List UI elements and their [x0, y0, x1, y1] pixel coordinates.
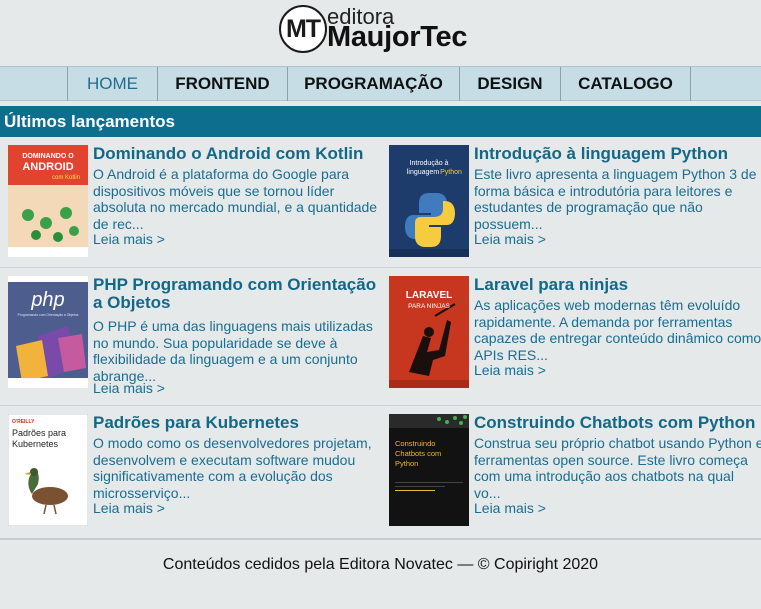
cover-line2: Padrões para: [12, 428, 66, 438]
logo-monogram-text: MT: [285, 15, 321, 43]
read-more-link[interactable]: Leia mais >: [93, 380, 165, 396]
cover-line2: PARA NINJAS: [408, 303, 450, 310]
book-cover-image: LARAVEL PARA NINJAS: [389, 276, 469, 388]
book-cover[interactable]: Introdução à linguagem Python: [389, 145, 469, 257]
footer-divider: [0, 538, 761, 540]
cover-line1: php: [30, 289, 64, 311]
logo-monogram: MT: [279, 5, 327, 53]
footer-text: Conteúdos cedidos pela Editora Novatec —…: [162, 556, 599, 573]
book-cover[interactable]: php Programando com Orientação a Objetos: [8, 276, 88, 388]
book-card: Construindo Chatbots com Python Construi…: [389, 414, 761, 544]
book-title[interactable]: Laravel para ninjas: [474, 276, 761, 294]
cover-line2: Chatbots com: [395, 449, 441, 458]
nav-item-frontend[interactable]: FRONTEND: [157, 67, 287, 101]
nav-item-programacao[interactable]: PROGRAMAÇÃO: [287, 67, 459, 101]
main-nav: HOME FRONTEND PROGRAMAÇÃO DESIGN CATALOG…: [0, 66, 761, 101]
book-description: As aplicações web modernas têm evoluído …: [474, 297, 761, 363]
book-cover-image: php Programando com Orientação a Objetos: [8, 276, 88, 388]
row-divider: [0, 405, 761, 406]
nav-item-design[interactable]: DESIGN: [459, 67, 560, 101]
section-title: Últimos lançamentos: [0, 106, 761, 137]
nav-item-home[interactable]: HOME: [67, 67, 157, 101]
book-title[interactable]: Dominando o Android com Kotlin: [93, 145, 383, 163]
book-card: DOMINANDO O ANDROID com Kotlin Dominando…: [8, 145, 383, 275]
book-title[interactable]: Padrões para Kubernetes: [93, 414, 383, 432]
site-logo[interactable]: MT editora MaujorTec: [279, 4, 489, 56]
cover-line2: linguagem: [407, 169, 439, 176]
logo-big-text: MaujorTec: [327, 21, 468, 53]
book-title[interactable]: PHP Programando com Orientação a Objetos: [93, 276, 383, 312]
cover-line3: Kubernetes: [12, 439, 59, 449]
book-cover[interactable]: LARAVEL PARA NINJAS: [389, 276, 469, 388]
book-cover-image: Introdução à linguagem Python: [389, 145, 469, 257]
book-cover[interactable]: Construindo Chatbots com Python: [389, 414, 469, 526]
read-more-link[interactable]: Leia mais >: [93, 500, 165, 516]
cover-line1: Introdução à: [410, 160, 449, 167]
cover-line1: O'REILLY: [12, 419, 35, 425]
nav-item-catalogo[interactable]: CATALOGO: [560, 67, 691, 101]
read-more-link[interactable]: Leia mais >: [474, 500, 546, 516]
cover-line1: LARAVEL: [406, 290, 452, 301]
book-cover-image: O'REILLY Padrões para Kubernetes: [8, 414, 88, 526]
book-card: LARAVEL PARA NINJAS Laravel para ninjas …: [389, 276, 761, 406]
read-more-link[interactable]: Leia mais >: [474, 362, 546, 378]
book-title[interactable]: Construindo Chatbots com Python: [474, 414, 761, 432]
read-more-link[interactable]: Leia mais >: [93, 231, 165, 247]
cover-line3: Python: [440, 169, 462, 176]
book-description: Construa seu próprio chatbot usando Pyth…: [474, 435, 761, 501]
book-title[interactable]: Introdução à linguagem Python: [474, 145, 761, 163]
book-description: O PHP é uma das linguagens mais utilizad…: [93, 318, 373, 384]
book-description: Este livro apresenta a linguagem Python …: [474, 166, 757, 232]
header: MT editora MaujorTec: [0, 0, 761, 66]
cover-line2: ANDROID: [22, 161, 73, 173]
book-cover-image: Construindo Chatbots com Python: [389, 414, 469, 526]
cover-line3: com Kotlin: [52, 175, 80, 181]
book-cover[interactable]: O'REILLY Padrões para Kubernetes: [8, 414, 88, 526]
book-card: O'REILLY Padrões para Kubernetes Padrões…: [8, 414, 383, 544]
cover-line1: DOMINANDO O: [22, 153, 74, 160]
book-cover[interactable]: DOMINANDO O ANDROID com Kotlin: [8, 145, 88, 257]
book-card: php Programando com Orientação a Objetos…: [8, 276, 383, 406]
book-card: Introdução à linguagem Python Introdução…: [389, 145, 761, 275]
book-description: O Android é a plataforma do Google para …: [93, 166, 378, 232]
cover-line1: Construindo: [395, 439, 435, 448]
book-description: O modo como os desenvolvedores projetam,…: [93, 435, 372, 501]
cover-line3: Python: [395, 459, 418, 468]
cover-line2: Programando com Orientação a Objetos: [18, 313, 79, 317]
row-divider: [0, 267, 761, 268]
book-cover-image: DOMINANDO O ANDROID com Kotlin: [8, 145, 88, 257]
read-more-link[interactable]: Leia mais >: [474, 231, 546, 247]
